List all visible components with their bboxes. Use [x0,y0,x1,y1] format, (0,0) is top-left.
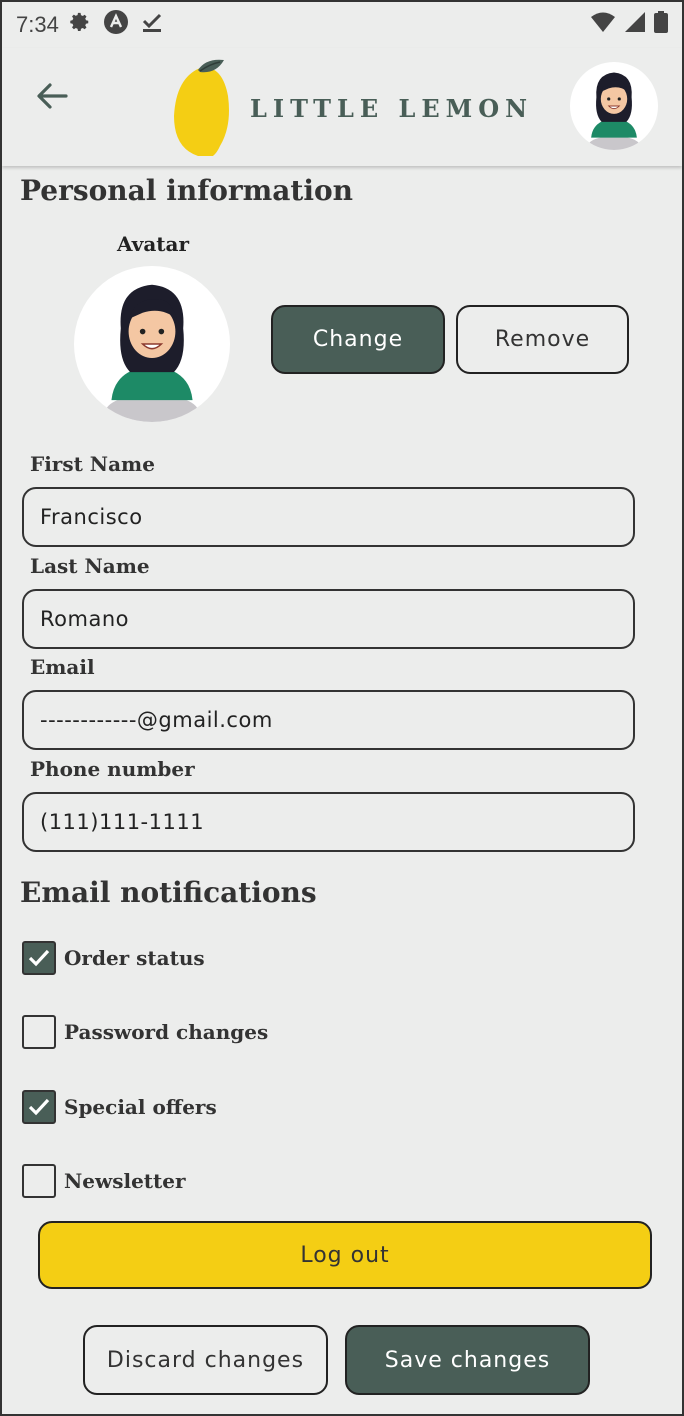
arrow-left-icon [37,83,68,109]
profile-avatar [74,266,230,422]
signal-icon [624,11,646,39]
password-changes-checkbox[interactable] [22,1015,56,1049]
first-name-label: First Name [30,452,155,476]
app-screen: 7:34 LITTLE LEMON Personal information A… [0,0,684,1416]
password-changes-checkbox-row[interactable]: Password changes [22,1015,268,1049]
phone-input[interactable] [22,792,635,852]
gear-icon [69,11,91,39]
status-time: 7:34 [16,12,59,37]
remove-avatar-button[interactable]: Remove [456,305,629,374]
special-offers-checkbox[interactable] [22,1090,56,1124]
app-icon [103,9,129,41]
avatar-icon [105,284,199,422]
last-name-label: Last Name [30,554,150,578]
app-header: LITTLE LEMON [2,48,682,166]
status-bar: 7:34 [2,2,682,48]
avatar-label: Avatar [117,232,190,256]
wifi-icon [590,11,616,39]
special-offers-checkbox-row[interactable]: Special offers [22,1090,217,1124]
save-changes-button[interactable]: Save changes [345,1325,590,1395]
newsletter-label: Newsletter [64,1169,186,1193]
first-name-input[interactable] [22,487,635,547]
brand-name: LITTLE LEMON [250,94,534,123]
email-label: Email [30,655,95,679]
order-status-checkbox-row[interactable]: Order status [22,941,205,975]
logout-button[interactable]: Log out [38,1221,652,1289]
status-right [590,11,668,39]
email-notifications-title: Email notifications [20,876,317,909]
phone-label: Phone number [30,757,195,781]
discard-changes-button[interactable]: Discard changes [83,1325,328,1395]
special-offers-label: Special offers [64,1095,217,1119]
checkmark-icon [28,949,50,967]
order-status-label: Order status [64,946,205,970]
battery-icon [654,11,668,39]
personal-info-title: Personal information [20,174,354,207]
email-input[interactable] [22,690,635,750]
back-button[interactable] [32,76,72,116]
order-status-checkbox[interactable] [22,941,56,975]
last-name-input[interactable] [22,589,635,649]
avatar-icon [587,72,641,150]
change-avatar-button[interactable]: Change [271,305,445,374]
download-done-icon [141,11,163,39]
profile-avatar-button[interactable] [570,62,658,150]
checkmark-icon [28,1098,50,1116]
password-changes-label: Password changes [64,1020,269,1044]
newsletter-checkbox[interactable] [22,1164,56,1198]
newsletter-checkbox-row[interactable]: Newsletter [22,1164,186,1198]
